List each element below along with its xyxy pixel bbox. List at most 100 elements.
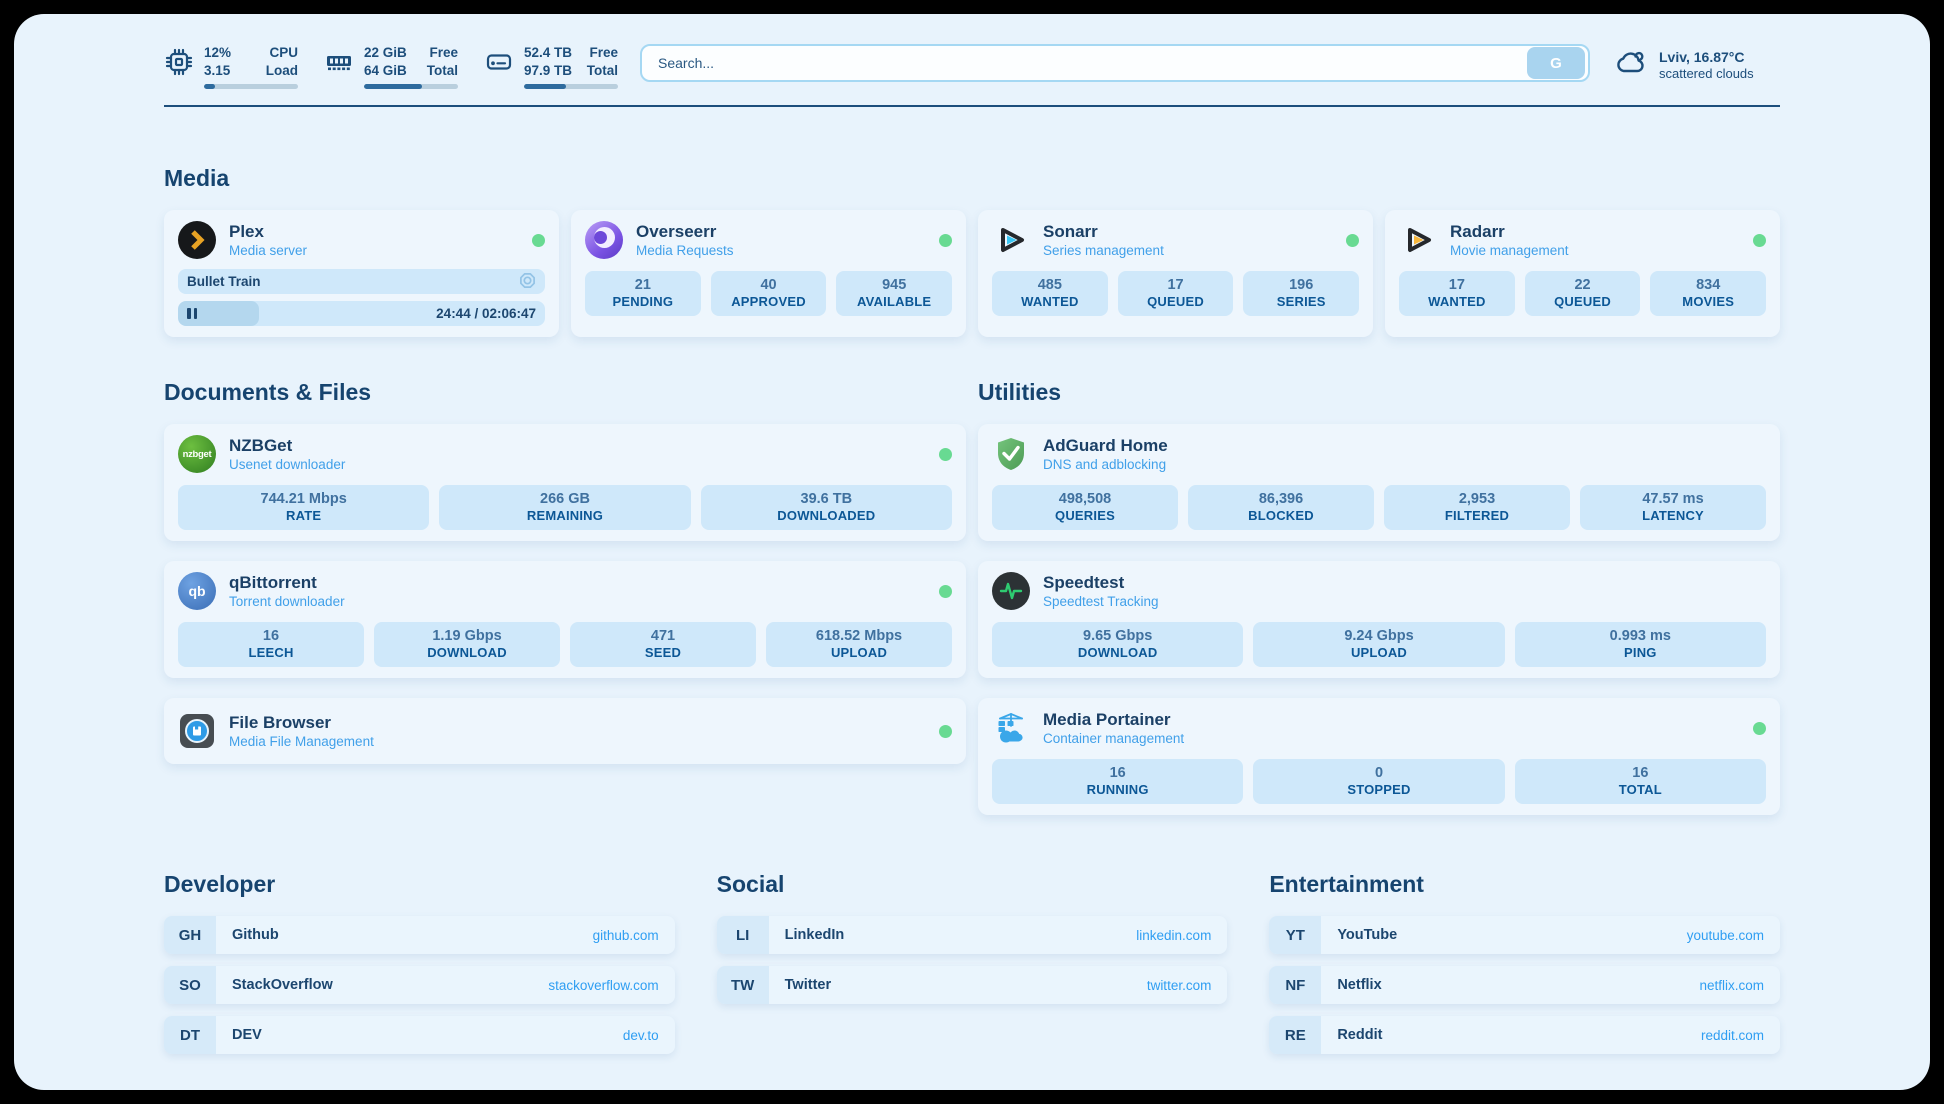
weather-location-temp: Lviv, 16.87°C xyxy=(1659,49,1754,65)
overseerr-icon xyxy=(585,221,623,259)
bookmark-abbr: YT xyxy=(1269,916,1321,954)
bookmark-linkedin[interactable]: LI LinkedIn linkedin.com xyxy=(717,916,1228,954)
service-description: Media Requests xyxy=(636,243,734,258)
playback-progress-bar: 24:44 / 02:06:47 xyxy=(178,301,545,326)
topbar-divider xyxy=(164,105,1780,107)
bookmark-abbr: RE xyxy=(1269,1016,1321,1054)
section-documents-files: Documents & Files nzbget NZBGet Usenet d… xyxy=(164,379,966,764)
search-provider-button[interactable]: G xyxy=(1527,47,1585,79)
bookmark-abbr: DT xyxy=(164,1016,216,1054)
adguard-icon xyxy=(992,435,1030,473)
stat-filtered: 2,953 FILTERED xyxy=(1384,485,1570,530)
stat-leech: 16 LEECH xyxy=(178,622,364,667)
media-info-icon[interactable] xyxy=(519,272,536,292)
service-name: File Browser xyxy=(229,713,374,733)
stat-download: 1.19 Gbps DOWNLOAD xyxy=(374,622,560,667)
service-link-portainer[interactable]: Media Portainer Container management xyxy=(992,709,1766,747)
service-link-qbittorrent[interactable]: qb qBittorrent Torrent downloader xyxy=(178,572,952,610)
service-description: Torrent downloader xyxy=(229,594,345,609)
stat-queries: 498,508 QUERIES xyxy=(992,485,1178,530)
bookmark-abbr: TW xyxy=(717,966,769,1004)
status-dot xyxy=(939,585,952,598)
status-dot xyxy=(939,448,952,461)
service-link-filebrowser[interactable]: File Browser Media File Management xyxy=(178,712,952,750)
stat-downloaded: 39.6 TB DOWNLOADED xyxy=(701,485,952,530)
service-link-sonarr[interactable]: Sonarr Series management xyxy=(992,221,1359,259)
cpu-percent: 12% xyxy=(204,44,231,62)
memory-free-value: 22 GiB xyxy=(364,44,407,62)
section-title-social: Social xyxy=(717,871,1228,898)
cpu-load-value: 3.15 xyxy=(204,62,231,80)
resource-monitors: 12% 3.15 CPU Load xyxy=(164,44,618,89)
bookmark-abbr: NF xyxy=(1269,966,1321,1004)
bookmark-abbr: GH xyxy=(164,916,216,954)
bookmark-github[interactable]: GH Github github.com xyxy=(164,916,675,954)
disk-widget: 52.4 TB 97.9 TB Free Total xyxy=(484,44,618,89)
radarr-icon xyxy=(1399,221,1437,259)
service-card-nzbget: nzbget NZBGet Usenet downloader 744.21 M… xyxy=(164,424,966,541)
service-name: Radarr xyxy=(1450,222,1569,242)
dashboard-page: 12% 3.15 CPU Load xyxy=(14,14,1930,1090)
service-link-plex[interactable]: Plex Media server xyxy=(178,221,545,259)
service-link-overseerr[interactable]: Overseerr Media Requests xyxy=(585,221,952,259)
service-card-sonarr: Sonarr Series management 485 WANTED 17 Q… xyxy=(978,210,1373,337)
section-title-developer: Developer xyxy=(164,871,675,898)
bookmark-name: Reddit xyxy=(1337,1027,1382,1043)
memory-total-value: 64 GiB xyxy=(364,62,407,80)
pause-button[interactable] xyxy=(187,308,197,319)
service-link-nzbget[interactable]: nzbget NZBGet Usenet downloader xyxy=(178,435,952,473)
memory-free-label: Free xyxy=(427,44,458,62)
search-input[interactable] xyxy=(642,55,1527,71)
service-name: Media Portainer xyxy=(1043,710,1184,730)
stat-queued: 22 QUEUED xyxy=(1525,271,1641,316)
bookmark-youtube[interactable]: YT YouTube youtube.com xyxy=(1269,916,1780,954)
service-description: Container management xyxy=(1043,731,1184,746)
status-dot xyxy=(939,234,952,247)
bookmark-name: YouTube xyxy=(1337,927,1397,943)
memory-widget: 22 GiB 64 GiB Free Total xyxy=(324,44,458,89)
cpu-progress-track xyxy=(204,84,298,89)
bookmark-stackoverflow[interactable]: SO StackOverflow stackoverflow.com xyxy=(164,966,675,1004)
portainer-icon xyxy=(992,709,1030,747)
bookmark-url: github.com xyxy=(593,928,659,943)
service-link-adguard[interactable]: AdGuard Home DNS and adblocking xyxy=(992,435,1766,473)
stat-upload: 618.52 Mbps UPLOAD xyxy=(766,622,952,667)
stat-upload: 9.24 Gbps UPLOAD xyxy=(1253,622,1504,667)
disk-icon xyxy=(484,44,514,89)
bookmark-url: linkedin.com xyxy=(1136,928,1211,943)
sonarr-icon xyxy=(992,221,1030,259)
service-description: Media server xyxy=(229,243,307,258)
cloud-icon xyxy=(1612,44,1648,85)
bookmark-twitter[interactable]: TW Twitter twitter.com xyxy=(717,966,1228,1004)
section-title-documents: Documents & Files xyxy=(164,379,966,406)
service-description: Movie management xyxy=(1450,243,1569,258)
weather-condition: scattered clouds xyxy=(1659,66,1754,81)
bookmark-dev[interactable]: DT DEV dev.to xyxy=(164,1016,675,1054)
service-link-radarr[interactable]: Radarr Movie management xyxy=(1399,221,1766,259)
disk-progress-fill xyxy=(524,84,566,89)
service-description: DNS and adblocking xyxy=(1043,457,1168,472)
stat-latency: 47.57 ms LATENCY xyxy=(1580,485,1766,530)
memory-total-label: Total xyxy=(427,62,458,80)
service-card-adguard: AdGuard Home DNS and adblocking 498,508 … xyxy=(978,424,1780,541)
bookmark-name: Github xyxy=(232,927,279,943)
service-link-speedtest[interactable]: Speedtest Speedtest Tracking xyxy=(992,572,1766,610)
stat-available: 945 AVAILABLE xyxy=(836,271,952,316)
stat-movies: 834 MOVIES xyxy=(1650,271,1766,316)
section-title-media: Media xyxy=(164,165,1780,192)
bookmark-reddit[interactable]: RE Reddit reddit.com xyxy=(1269,1016,1780,1054)
bookmark-netflix[interactable]: NF Netflix netflix.com xyxy=(1269,966,1780,1004)
status-dot xyxy=(1346,234,1359,247)
bookmark-group-social: Social LI LinkedIn linkedin.com TW Twitt… xyxy=(717,871,1228,1066)
stat-pending: 21 PENDING xyxy=(585,271,701,316)
stat-wanted: 485 WANTED xyxy=(992,271,1108,316)
stat-seed: 471 SEED xyxy=(570,622,756,667)
bookmark-url: reddit.com xyxy=(1701,1028,1764,1043)
disk-progress-track xyxy=(524,84,618,89)
now-playing-title: Bullet Train xyxy=(187,274,261,289)
weather-widget: Lviv, 16.87°C scattered clouds xyxy=(1612,44,1780,85)
cpu-icon xyxy=(164,44,194,89)
stat-running: 16 RUNNING xyxy=(992,759,1243,804)
top-bar: 12% 3.15 CPU Load xyxy=(164,14,1780,89)
speedtest-icon xyxy=(992,572,1030,610)
